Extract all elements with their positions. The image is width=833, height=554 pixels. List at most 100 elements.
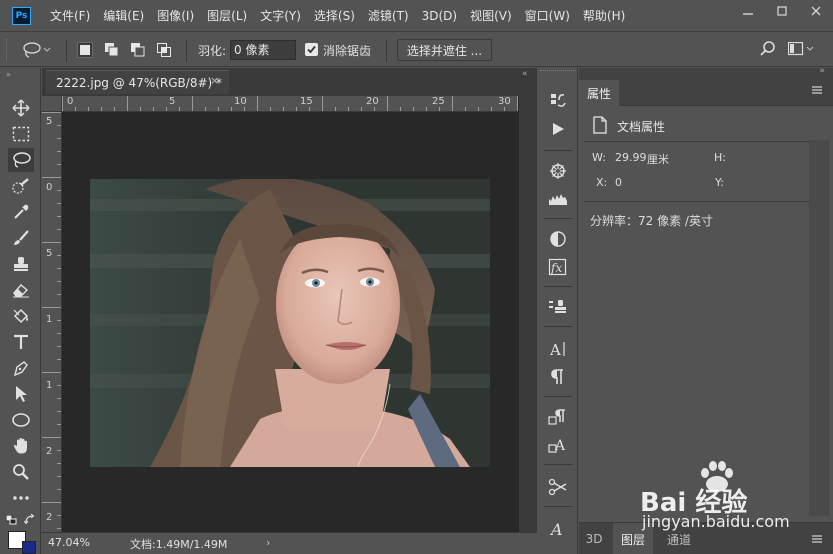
- document-tab[interactable]: 2222.jpg @ 47%(RGB/8#) *: [46, 70, 229, 94]
- zoom-level-field[interactable]: 47.04%: [48, 536, 90, 549]
- menu-window[interactable]: 窗口(W): [525, 7, 570, 24]
- ruler-tick: [478, 107, 479, 111]
- separator: [584, 201, 809, 202]
- more-tools-icon[interactable]: [8, 486, 34, 510]
- width-value[interactable]: 29.99: [615, 151, 647, 164]
- paint-bucket-icon[interactable]: [8, 304, 34, 328]
- panel-menu-icon[interactable]: [811, 533, 823, 547]
- clone-source-icon[interactable]: [546, 296, 570, 318]
- portrait-photo[interactable]: [90, 179, 490, 467]
- new-selection-icon[interactable]: [77, 42, 93, 58]
- ruler-tick: [88, 107, 89, 111]
- ruler-tick: [57, 281, 61, 282]
- tab-3d[interactable]: 3D: [579, 523, 609, 554]
- intersect-selection-icon[interactable]: [156, 42, 172, 58]
- menu-view[interactable]: 视图(V): [470, 7, 512, 24]
- feather-input[interactable]: 0 像素: [230, 40, 296, 60]
- collapse-toolbar-icon[interactable]: »: [6, 70, 11, 79]
- navigator-icon[interactable]: [546, 160, 570, 182]
- menu-image[interactable]: 图像(I): [157, 7, 194, 24]
- actions-icon[interactable]: [546, 118, 570, 140]
- menu-3d[interactable]: 3D(D): [422, 9, 457, 23]
- ruler-tick: [361, 107, 362, 111]
- default-colors-icon[interactable]: [5, 514, 17, 528]
- adjustments-icon[interactable]: [546, 228, 570, 250]
- search-icon[interactable]: [760, 41, 776, 60]
- eyedropper-icon[interactable]: [8, 200, 34, 224]
- bottom-panel-tabs: 3D 图层 通道: [579, 522, 833, 554]
- ruler-tick: [413, 107, 414, 111]
- paragraph-icon[interactable]: [546, 366, 570, 388]
- select-and-mask-button[interactable]: 选择并遮住 ...: [397, 39, 492, 61]
- tools-presets-icon[interactable]: [546, 476, 570, 498]
- clone-stamp-icon[interactable]: [8, 252, 34, 276]
- pen-icon[interactable]: [8, 356, 34, 380]
- ruler-tick: [452, 96, 453, 111]
- eraser-icon[interactable]: [8, 278, 34, 302]
- options-grip: [6, 39, 10, 61]
- x-value[interactable]: 0: [615, 176, 622, 189]
- menu-select[interactable]: 选择(S): [314, 7, 355, 24]
- ellipse-icon[interactable]: [8, 408, 34, 432]
- menu-layer[interactable]: 图层(L): [207, 7, 247, 24]
- subtract-selection-icon[interactable]: [130, 42, 146, 58]
- add-selection-icon[interactable]: [104, 42, 120, 58]
- marquee-icon[interactable]: [8, 122, 34, 146]
- tab-layers[interactable]: 图层: [613, 523, 653, 554]
- type-icon[interactable]: [8, 330, 34, 354]
- ruler-tick: [57, 346, 61, 347]
- ruler-tick: [42, 177, 61, 178]
- minimize-icon[interactable]: [731, 0, 765, 22]
- ruler-tick: [57, 294, 61, 295]
- zoom-icon[interactable]: [8, 460, 34, 484]
- panel-menu-icon[interactable]: [811, 85, 823, 98]
- lasso-icon[interactable]: [8, 148, 34, 172]
- ruler-label: 2: [46, 446, 53, 457]
- character-styles-icon[interactable]: A: [546, 434, 570, 456]
- ruler-tick: [57, 320, 61, 321]
- background-color-swatch[interactable]: [22, 541, 36, 554]
- history-icon[interactable]: [546, 90, 570, 112]
- separator: [544, 396, 572, 397]
- separator: [544, 326, 572, 327]
- swap-colors-icon[interactable]: [23, 513, 36, 529]
- workspace-icon[interactable]: [787, 41, 814, 59]
- character-icon[interactable]: A: [546, 338, 570, 360]
- menu-type[interactable]: 文字(Y): [260, 7, 301, 24]
- ruler-corner: [42, 96, 62, 112]
- lasso-icon[interactable]: [22, 41, 52, 62]
- menu-edit[interactable]: 编辑(E): [103, 7, 144, 24]
- ruler-tick: [57, 229, 61, 230]
- ruler-tick: [335, 107, 336, 111]
- separator: [544, 506, 572, 507]
- path-selection-icon[interactable]: [8, 382, 34, 406]
- move-icon[interactable]: [8, 96, 34, 120]
- tab-close-icon[interactable]: ×: [210, 74, 219, 87]
- antialias-checkbox[interactable]: [305, 43, 318, 56]
- document-scrollbar[interactable]: [519, 96, 537, 532]
- document-properties-row: 文档属性: [579, 112, 833, 140]
- properties-scrollbar[interactable]: [809, 140, 829, 516]
- styles-icon[interactable]: fx: [546, 256, 570, 278]
- restore-icon[interactable]: [765, 0, 799, 22]
- glyphs-icon[interactable]: A: [546, 518, 570, 540]
- paragraph-styles-icon[interactable]: [546, 406, 570, 428]
- ruler-label: 15: [300, 96, 313, 107]
- menu-file[interactable]: 文件(F): [50, 7, 90, 24]
- hand-icon[interactable]: [8, 434, 34, 458]
- collapse-properties-icon[interactable]: »: [819, 66, 825, 76]
- separator: [544, 286, 572, 287]
- status-bar: 47.04% 文档:1.49M/1.49M ›: [42, 532, 537, 554]
- histogram-icon[interactable]: [546, 188, 570, 210]
- menu-filter[interactable]: 滤镜(T): [368, 7, 409, 24]
- collapse-panels-icon[interactable]: «: [522, 69, 528, 79]
- close-icon[interactable]: [799, 0, 833, 22]
- quick-selection-icon[interactable]: [8, 174, 34, 198]
- tab-properties[interactable]: 属性: [579, 80, 619, 106]
- menu-help[interactable]: 帮助(H): [583, 7, 625, 24]
- status-menu-arrow-icon[interactable]: ›: [266, 536, 270, 549]
- ruler-tick: [231, 107, 232, 111]
- brush-icon[interactable]: [8, 226, 34, 250]
- ruler-tick: [57, 190, 61, 191]
- tab-channels[interactable]: 通道: [659, 523, 699, 554]
